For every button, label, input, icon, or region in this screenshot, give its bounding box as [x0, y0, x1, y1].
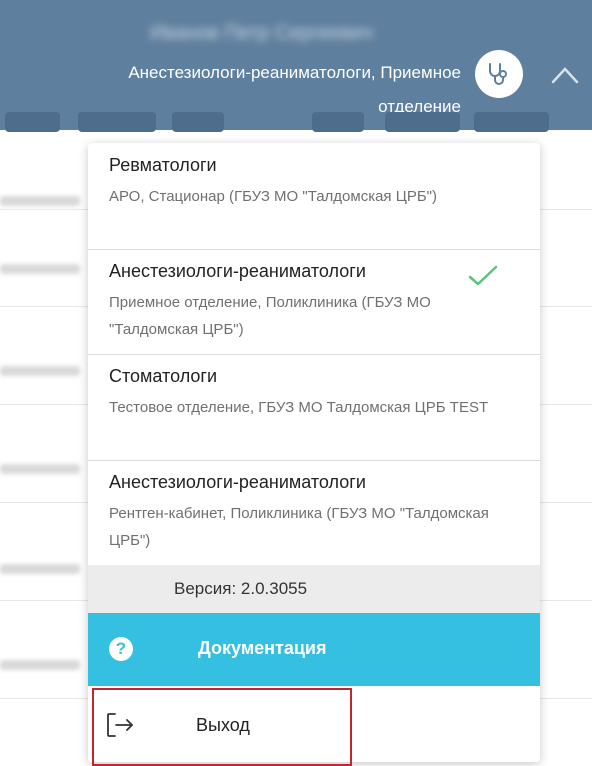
role-option-3[interactable]: Стоматологи Тестовое отделение, ГБУЗ МО … [88, 354, 540, 461]
tab-pill [5, 112, 60, 132]
tab-pill [172, 112, 224, 132]
role-option-subtitle: Тестовое отделение, ГБУЗ МО Талдомская Ц… [109, 399, 489, 416]
current-role[interactable]: Анестезиологи-реаниматологи, Приемное [128, 63, 461, 83]
highlight-frame [92, 688, 352, 766]
role-option-subtitle: Приемное отделение, Поликлиника (ГБУЗ МО… [109, 294, 431, 338]
documentation-button[interactable]: ? Документация [88, 613, 540, 686]
role-option-2[interactable]: Анестезиологи-реаниматологи Приемное отд… [88, 249, 540, 355]
role-option-title: Ревматологи [109, 155, 217, 175]
role-option-title: Анестезиологи-реаниматологи [109, 261, 366, 281]
blurred-cell [0, 660, 80, 670]
checkmark-icon [466, 263, 500, 289]
role-option-title: Анестезиологи-реаниматологи [109, 472, 366, 492]
user-name: Иванов Петр Сергеевич [150, 22, 373, 44]
blurred-cell [0, 564, 80, 574]
version-label: Версия: 2.0.3055 [174, 579, 308, 598]
role-option-subtitle: Рентген-кабинет, Поликлиника (ГБУЗ МО "Т… [109, 505, 489, 549]
tab-pill [474, 112, 549, 132]
tab-pill [312, 112, 364, 132]
blurred-cell [0, 196, 80, 206]
user-header: Иванов Петр Сергеевич Анестезиологи-реан… [0, 0, 592, 130]
tab-pill [385, 112, 460, 132]
role-option-subtitle: АРО, Стационар (ГБУЗ МО "Талдомская ЦРБ"… [109, 188, 437, 205]
stethoscope-icon[interactable] [475, 50, 523, 98]
blurred-cell [0, 264, 80, 274]
help-icon: ? [109, 637, 133, 661]
role-option-title: Стоматологи [109, 366, 218, 386]
role-option-4[interactable]: Анестезиологи-реаниматологи Рентген-каби… [88, 460, 540, 565]
blurred-cell [0, 464, 80, 474]
role-switch-dropdown: Ревматологи АРО, Стационар (ГБУЗ МО "Тал… [88, 143, 540, 762]
documentation-label: Документация [198, 638, 327, 658]
blurred-cell [0, 366, 80, 376]
tab-pill [78, 112, 156, 132]
role-option-1[interactable]: Ревматологи АРО, Стационар (ГБУЗ МО "Тал… [88, 143, 540, 250]
chevron-up-icon[interactable] [548, 60, 582, 90]
version-row: Версия: 2.0.3055 [88, 565, 540, 613]
